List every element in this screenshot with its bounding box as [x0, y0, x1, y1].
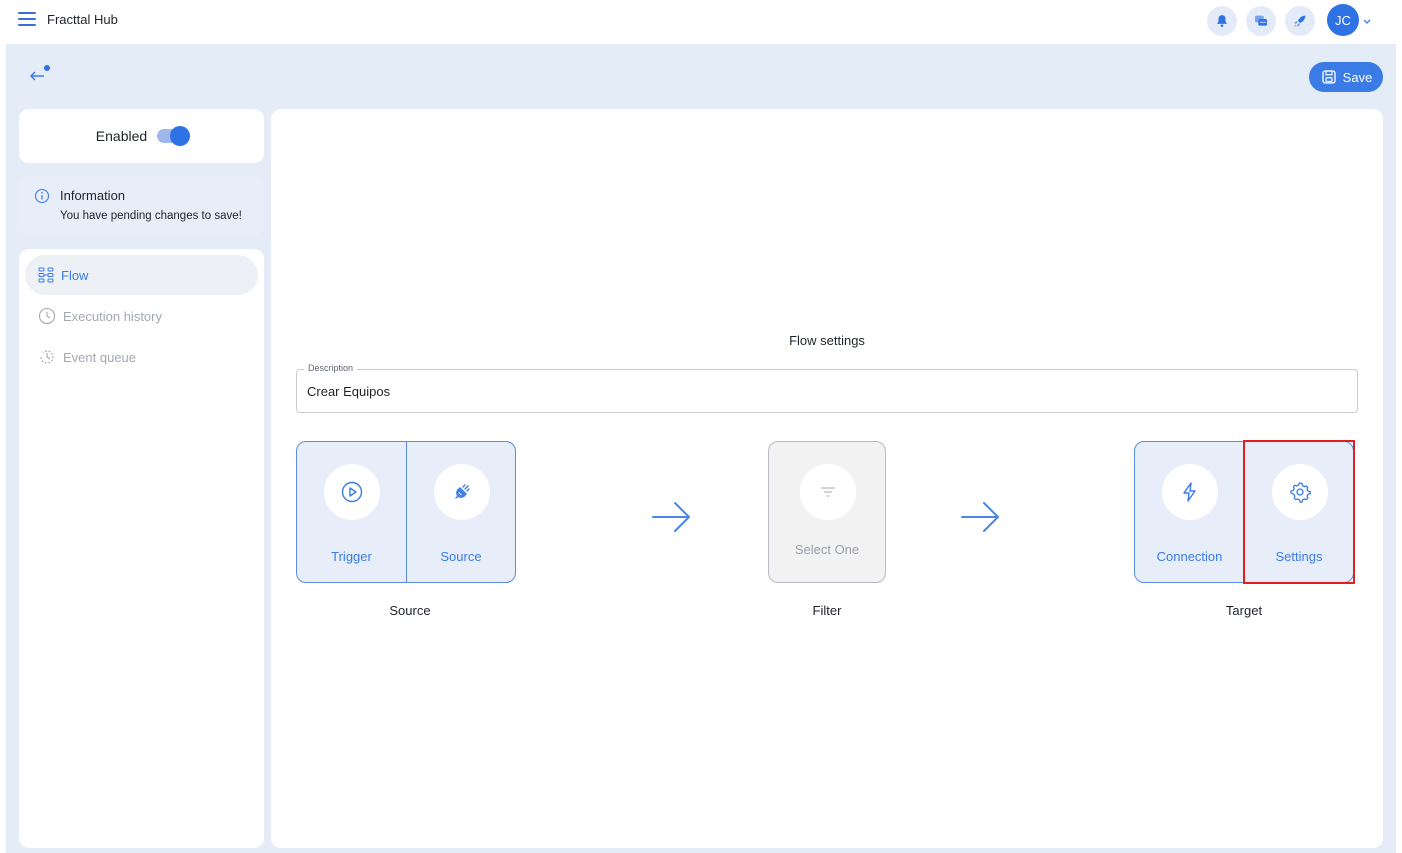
top-bar: Fracttal Hub JC	[0, 0, 1402, 40]
nav-item-label: Execution history	[63, 308, 162, 324]
settings-label: Settings	[1275, 549, 1323, 564]
enabled-toggle[interactable]	[157, 126, 191, 146]
nav-item-label: Event queue	[63, 349, 137, 365]
save-icon	[1321, 70, 1336, 84]
arrow-right-icon	[961, 502, 999, 532]
back-arrow-icon[interactable]	[28, 64, 52, 84]
chat-icon[interactable]	[1246, 6, 1276, 36]
plug-icon	[434, 464, 490, 520]
filter-select[interactable]: Select One	[768, 441, 886, 583]
connection-button[interactable]: Connection	[1135, 442, 1244, 582]
flow-settings-title: Flow settings	[789, 333, 865, 348]
save-button-label: Save	[1342, 69, 1373, 85]
lightning-icon	[1162, 464, 1218, 520]
trigger-button[interactable]: Trigger	[297, 442, 406, 582]
enabled-label: Enabled	[95, 128, 148, 144]
bell-icon[interactable]	[1207, 6, 1237, 36]
info-banner: Information You have pending changes to …	[19, 176, 264, 236]
info-icon	[34, 188, 50, 204]
info-title: Information	[60, 188, 126, 203]
filter-placeholder: Select One	[794, 542, 860, 557]
filter-group-label: Filter	[812, 603, 842, 618]
target-group-label: Target	[1225, 603, 1263, 618]
info-message: You have pending changes to save!	[60, 210, 242, 222]
play-icon	[324, 464, 380, 520]
menu-icon[interactable]	[18, 12, 36, 28]
connection-label: Connection	[1156, 549, 1223, 564]
avatar[interactable]: JC	[1327, 4, 1359, 36]
app-title: Fracttal Hub	[47, 12, 118, 27]
nav-item-label: Flow	[61, 267, 89, 283]
nav-item-execution-history[interactable]: Execution history	[25, 296, 258, 336]
history-icon	[40, 350, 54, 364]
rocket-icon[interactable]	[1285, 6, 1315, 36]
flow-icon	[38, 267, 54, 283]
filter-icon	[800, 464, 856, 520]
source-group-label: Source	[389, 603, 431, 618]
enabled-card: Enabled	[19, 109, 264, 163]
gear-icon	[1272, 464, 1328, 520]
clock-icon	[38, 307, 56, 325]
trigger-label: Trigger	[331, 549, 372, 564]
source-button[interactable]: Source	[406, 442, 515, 582]
target-step: Connection Settings	[1134, 441, 1354, 583]
settings-button[interactable]: Settings	[1244, 442, 1353, 582]
description-field: Description	[296, 363, 1358, 413]
chevron-down-icon[interactable]	[1362, 13, 1372, 24]
save-button[interactable]: Save	[1309, 62, 1383, 92]
source-step: Trigger Source	[296, 441, 516, 583]
side-nav: Flow Execution history Event queue	[19, 249, 264, 848]
arrow-right-icon	[652, 502, 690, 532]
nav-item-flow[interactable]: Flow	[25, 255, 258, 295]
description-label: Description	[304, 363, 358, 373]
source-label: Source	[440, 549, 482, 564]
description-input[interactable]	[307, 384, 1307, 399]
nav-item-event-queue[interactable]: Event queue	[25, 337, 258, 377]
